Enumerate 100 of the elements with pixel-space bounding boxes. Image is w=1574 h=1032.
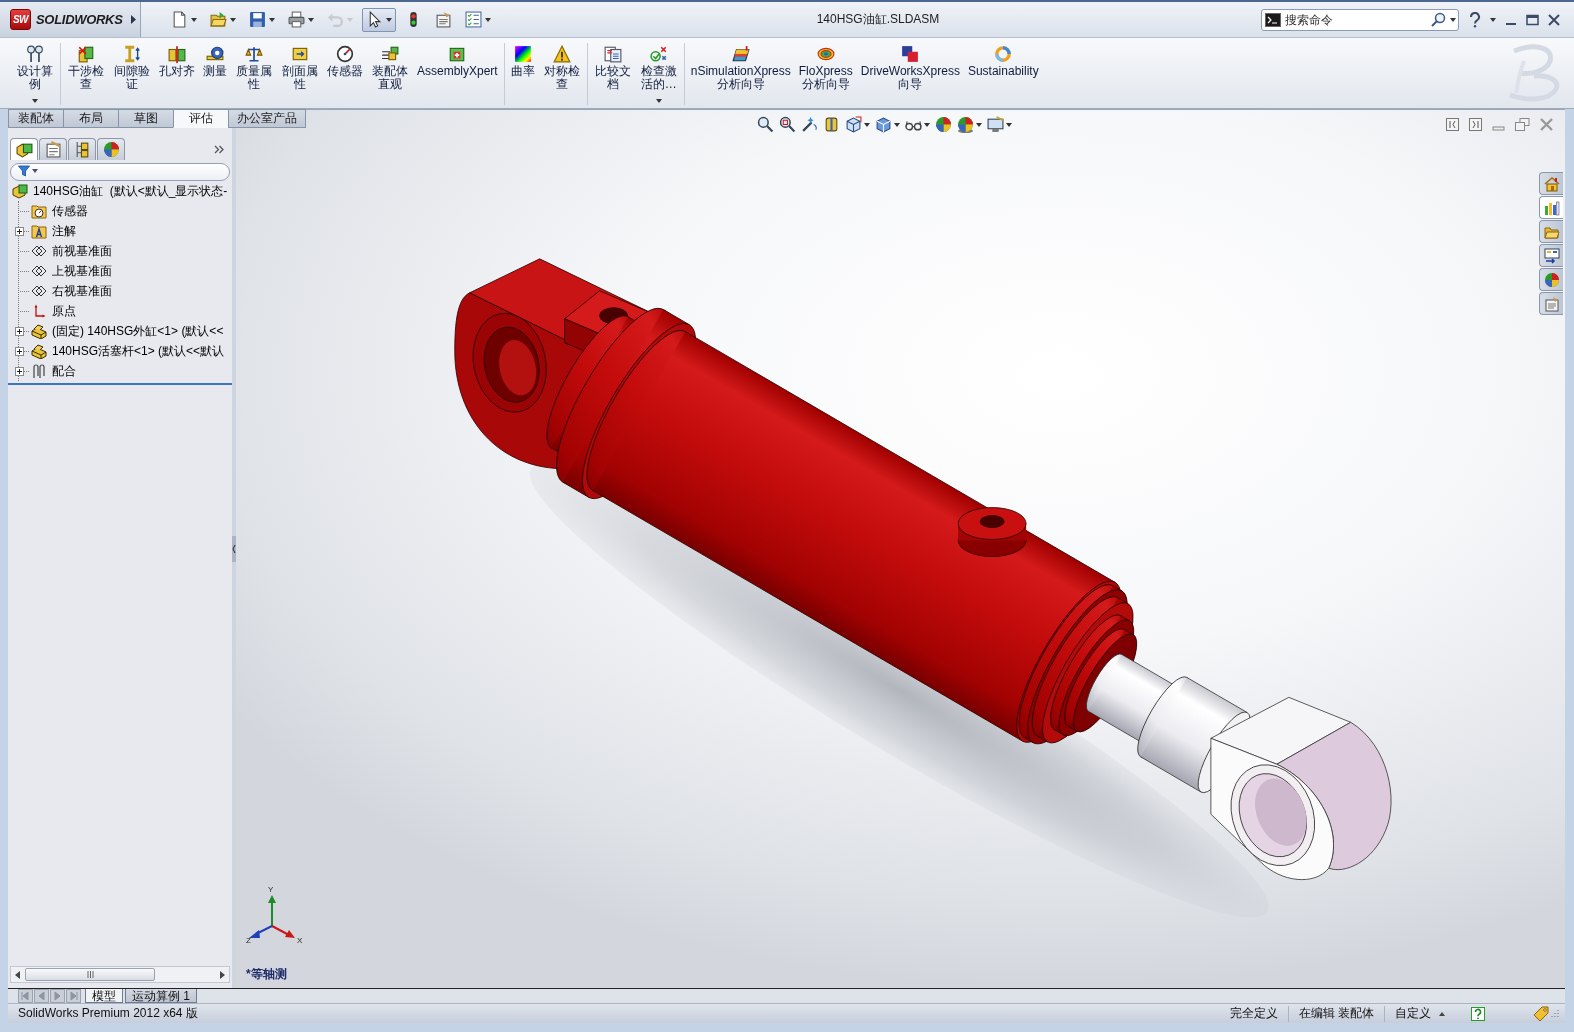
caret-icon[interactable] bbox=[32, 169, 38, 173]
caret-right-icon[interactable] bbox=[131, 15, 136, 24]
tree-item[interactable]: 配合 bbox=[14, 362, 78, 380]
caret-icon[interactable] bbox=[191, 17, 197, 22]
search-icon[interactable] bbox=[1431, 11, 1447, 28]
tool-button[interactable]: AssemblyXpert bbox=[414, 43, 501, 105]
double-chevron-icon[interactable] bbox=[214, 144, 224, 154]
status-field[interactable]: 自定义 bbox=[1395, 1005, 1431, 1022]
tree-item[interactable]: 注解 bbox=[14, 222, 78, 240]
bottom-tab[interactable]: 模型 bbox=[85, 989, 123, 1003]
funnel-icon[interactable] bbox=[18, 165, 30, 177]
caret-icon[interactable] bbox=[230, 17, 236, 22]
splitter-handle[interactable] bbox=[232, 535, 236, 562]
tree-item[interactable]: 原点 bbox=[14, 302, 78, 320]
tree-item[interactable]: (固定) 140HSG外缸<1> (默认<< bbox=[14, 322, 226, 340]
tool-button[interactable]: 传感器 bbox=[324, 43, 366, 105]
expand-box-icon[interactable] bbox=[15, 366, 24, 376]
tool-button[interactable]: 剖面属性 bbox=[278, 43, 322, 105]
task-pane-tab[interactable] bbox=[1539, 172, 1563, 195]
caret-icon[interactable] bbox=[976, 122, 982, 127]
tool-button[interactable]: DriveWorksXpress向导 bbox=[857, 43, 963, 105]
task-pane-tab[interactable] bbox=[1539, 268, 1563, 291]
command-tab[interactable]: 草图 bbox=[118, 109, 174, 128]
panel-arrow-icon bbox=[1543, 247, 1560, 264]
cube-icon[interactable] bbox=[875, 116, 892, 133]
expand-box-icon[interactable] bbox=[15, 226, 24, 236]
sphere-icon[interactable] bbox=[935, 116, 952, 133]
task-pane-tab[interactable] bbox=[1539, 196, 1563, 219]
tree-item[interactable]: 140HSG油缸 (默认<默认_显示状态- bbox=[10, 182, 230, 200]
sphere-icon[interactable] bbox=[957, 116, 974, 133]
tool-button[interactable]: FloXpress分析向导 bbox=[795, 43, 856, 105]
caret-icon[interactable] bbox=[924, 122, 930, 127]
panel-tab[interactable] bbox=[39, 138, 67, 160]
panel-tab[interactable] bbox=[10, 138, 38, 160]
tree-item[interactable]: 上视基准面 bbox=[14, 262, 114, 280]
expand-box-icon[interactable] bbox=[15, 346, 24, 356]
command-tab[interactable]: 布局 bbox=[63, 109, 119, 128]
tool-button[interactable]: 对称检查 bbox=[539, 43, 584, 105]
tool-button[interactable]: 曲率 bbox=[507, 43, 538, 105]
bottom-tab[interactable]: 运动算例 1 bbox=[125, 989, 197, 1003]
filter-field[interactable] bbox=[10, 162, 230, 181]
task-pane-tab[interactable] bbox=[1539, 220, 1563, 243]
tool-button[interactable]: 设计算例 bbox=[13, 43, 57, 105]
caret-icon[interactable] bbox=[485, 17, 491, 22]
select-button[interactable] bbox=[362, 7, 396, 32]
task-pane-tab[interactable] bbox=[1539, 292, 1563, 315]
panel-tab[interactable] bbox=[97, 138, 125, 160]
caret-icon[interactable] bbox=[269, 17, 275, 22]
house-icon bbox=[1543, 175, 1560, 192]
tool-button[interactable]: 质量属性 bbox=[232, 43, 276, 105]
caret-icon[interactable] bbox=[894, 122, 900, 127]
tile-left-icon[interactable] bbox=[1446, 118, 1459, 131]
caret-icon[interactable] bbox=[1450, 17, 1456, 22]
command-tab[interactable]: 评估 bbox=[173, 109, 229, 128]
tool-button[interactable]: 比较文档 bbox=[590, 43, 635, 105]
tool-button[interactable]: nSimulationXpress分析向导 bbox=[687, 43, 794, 105]
restore-icon[interactable] bbox=[1515, 118, 1530, 131]
task-pane-tab[interactable] bbox=[1539, 244, 1563, 267]
split-block-icon[interactable] bbox=[823, 116, 840, 133]
close-icon[interactable] bbox=[1548, 13, 1560, 26]
caret-icon[interactable] bbox=[386, 17, 392, 22]
tree-item[interactable]: 右视基准面 bbox=[14, 282, 114, 300]
scrollbar-thumb[interactable] bbox=[25, 968, 155, 981]
tile-right-icon[interactable] bbox=[1469, 118, 1482, 131]
tag-icon[interactable] bbox=[1533, 1005, 1549, 1022]
tool-button[interactable]: 间隙验证 bbox=[110, 43, 154, 105]
right-arrow-icon[interactable] bbox=[218, 970, 226, 979]
tool-button[interactable]: 干涉检查 bbox=[64, 43, 108, 105]
tree-item[interactable]: 传感器 bbox=[14, 202, 90, 220]
help-icon[interactable] bbox=[1469, 11, 1481, 28]
zoom-icon[interactable] bbox=[757, 116, 774, 133]
zoom-box-icon[interactable] bbox=[779, 116, 796, 133]
caret-icon[interactable] bbox=[864, 122, 870, 127]
maximize-icon[interactable] bbox=[1526, 13, 1539, 26]
checklist-icon bbox=[465, 11, 482, 28]
tool-button[interactable]: 装配体直观 bbox=[368, 43, 412, 105]
caret-up-icon[interactable] bbox=[1439, 1011, 1445, 1016]
caret-icon[interactable] bbox=[32, 99, 38, 103]
command-tab[interactable]: 办公室产品 bbox=[228, 109, 306, 128]
panel-tab[interactable] bbox=[68, 138, 96, 160]
tool-button[interactable]: Sustainability bbox=[964, 43, 1042, 105]
search-field[interactable]: 搜索命令 bbox=[1261, 8, 1459, 31]
monitor-icon[interactable] bbox=[987, 116, 1004, 133]
caret-icon[interactable] bbox=[308, 17, 314, 22]
command-tab[interactable]: 装配体 bbox=[8, 109, 64, 128]
expand-box-icon[interactable] bbox=[15, 326, 24, 336]
planes-icon bbox=[30, 263, 48, 279]
tree-item[interactable]: 140HSG活塞杆<1> (默认<<默认 bbox=[14, 342, 227, 360]
wand-arrow-icon[interactable] bbox=[801, 116, 818, 133]
axis-label: Z bbox=[246, 937, 251, 945]
help-icon[interactable] bbox=[1471, 1006, 1485, 1021]
tool-button[interactable]: 孔对齐 bbox=[156, 43, 198, 105]
cube-icon[interactable] bbox=[845, 116, 862, 133]
tree-item[interactable]: 前视基准面 bbox=[14, 242, 114, 260]
caret-icon[interactable] bbox=[1490, 17, 1496, 22]
left-arrow-icon[interactable] bbox=[14, 970, 22, 979]
tool-button[interactable]: 测量 bbox=[200, 43, 230, 105]
caret-icon[interactable] bbox=[1006, 122, 1012, 127]
caret-icon[interactable] bbox=[655, 99, 662, 103]
tool-button[interactable]: 检查激活的… bbox=[636, 43, 681, 105]
